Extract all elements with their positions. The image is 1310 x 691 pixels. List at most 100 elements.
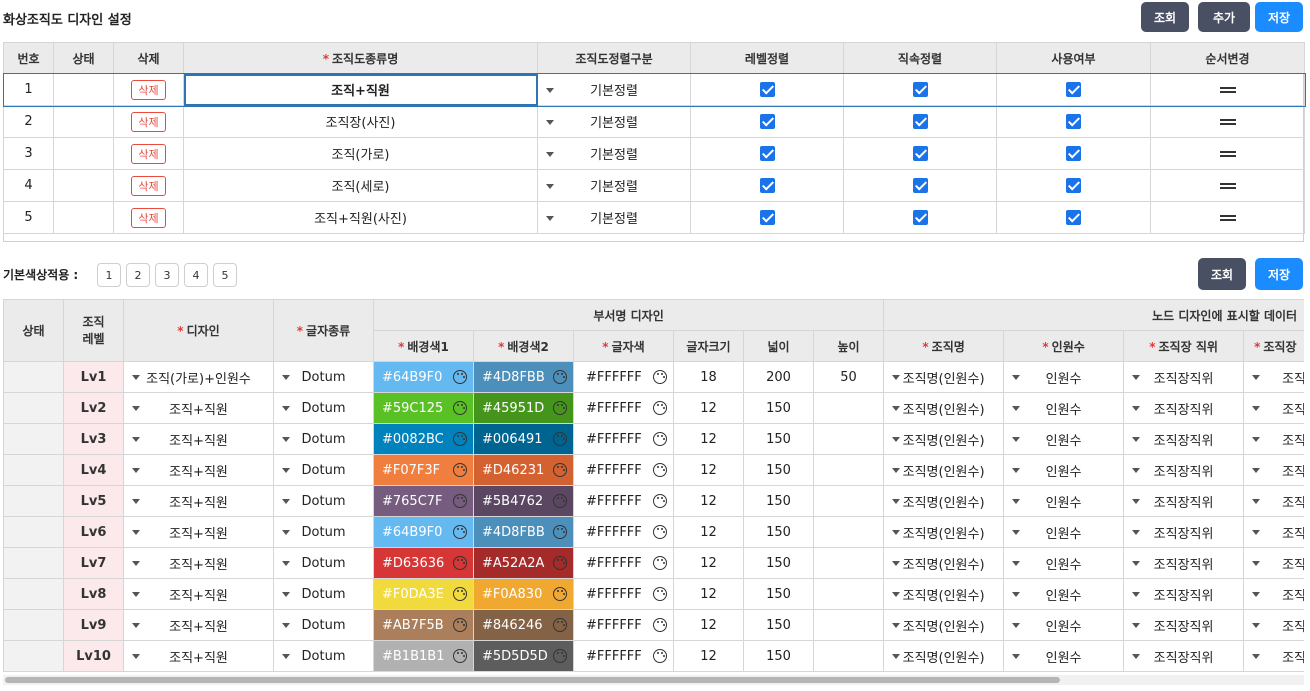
table-row[interactable]: 5 삭제 조직+직원(사진) 기본정렬 — [3, 201, 1305, 234]
palette-icon[interactable] — [553, 401, 567, 415]
level-sort-checkbox[interactable] — [759, 82, 775, 97]
width-cell[interactable]: 200 — [743, 361, 814, 393]
color-preset-3-button[interactable]: 3 — [155, 263, 179, 287]
headcount-dropdown[interactable]: 인원수 — [1003, 392, 1125, 424]
design-dropdown[interactable]: 조직+직원 — [123, 578, 274, 610]
palette-icon[interactable] — [653, 618, 667, 632]
use-checkbox[interactable] — [1066, 178, 1081, 193]
design-dropdown[interactable]: 조직+직원 — [123, 547, 274, 579]
level-sort-checkbox[interactable] — [759, 210, 775, 225]
font-dropdown[interactable]: Dotum — [273, 392, 374, 424]
leader-next-dropdown[interactable]: 조직 — [1243, 609, 1304, 641]
table-row[interactable]: Lv4 조직+직원 Dotum #F07F3F #D46231 #FFFFFF 12 150 조… — [3, 454, 1304, 486]
height-cell[interactable] — [812, 578, 885, 610]
palette-icon[interactable] — [453, 494, 467, 508]
font-dropdown[interactable]: Dotum — [273, 609, 374, 641]
bg2-color-cell[interactable]: #006491 — [473, 423, 574, 455]
palette-icon[interactable] — [553, 649, 567, 663]
design-dropdown[interactable]: 조직+직원 — [123, 485, 274, 517]
use-checkbox[interactable] — [1066, 114, 1081, 129]
bg2-color-cell[interactable]: #45951D — [473, 392, 574, 424]
drag-handle-icon[interactable] — [1219, 86, 1236, 93]
bg2-color-cell[interactable]: #A52A2A — [473, 547, 574, 579]
leader-next-dropdown[interactable]: 조직 — [1243, 640, 1304, 672]
leader-next-dropdown[interactable]: 조직 — [1243, 547, 1304, 579]
search-button[interactable]: 조회 — [1141, 2, 1189, 32]
leader-pos-dropdown[interactable]: 조직장직위 — [1123, 392, 1245, 424]
direct-sort-checkbox[interactable] — [912, 82, 928, 97]
font-color-cell[interactable]: #FFFFFF — [573, 578, 674, 610]
drag-handle-icon[interactable] — [1219, 214, 1236, 221]
direct-sort-checkbox[interactable] — [912, 210, 928, 225]
design-dropdown[interactable]: 조직+직원 — [123, 392, 274, 424]
font-size-cell[interactable]: 12 — [673, 423, 744, 455]
leader-pos-dropdown[interactable]: 조직장직위 — [1123, 361, 1245, 393]
org-type-name-cell[interactable]: 조직(가로) — [183, 137, 538, 170]
palette-icon[interactable] — [553, 556, 567, 570]
bg1-color-cell[interactable]: #F0DA3E — [373, 578, 474, 610]
table-row[interactable]: 1 삭제 조직+직원 기본정렬 — [2, 72, 1306, 107]
org-type-name-cell[interactable]: 조직(세로) — [183, 169, 538, 202]
sort-type-dropdown[interactable]: 기본정렬 — [537, 137, 691, 170]
width-cell[interactable]: 150 — [743, 485, 814, 517]
headcount-dropdown[interactable]: 인원수 — [1003, 485, 1125, 517]
org-name-dropdown[interactable]: 조직명(인원수) — [883, 547, 1005, 579]
palette-icon[interactable] — [553, 618, 567, 632]
palette-icon[interactable] — [453, 401, 467, 415]
leader-pos-dropdown[interactable]: 조직장직위 — [1123, 454, 1245, 486]
leader-next-dropdown[interactable]: 조직 — [1243, 392, 1304, 424]
palette-icon[interactable] — [653, 525, 667, 539]
palette-icon[interactable] — [653, 494, 667, 508]
palette-icon[interactable] — [453, 587, 467, 601]
leader-next-dropdown[interactable]: 조직 — [1243, 485, 1304, 517]
headcount-dropdown[interactable]: 인원수 — [1003, 578, 1125, 610]
font-size-cell[interactable]: 18 — [673, 361, 744, 393]
font-color-cell[interactable]: #FFFFFF — [573, 485, 674, 517]
headcount-dropdown[interactable]: 인원수 — [1003, 609, 1125, 641]
palette-icon[interactable] — [553, 494, 567, 508]
headcount-dropdown[interactable]: 인원수 — [1003, 547, 1125, 579]
font-dropdown[interactable]: Dotum — [273, 640, 374, 672]
palette-icon[interactable] — [453, 649, 467, 663]
drag-handle-icon[interactable] — [1219, 150, 1236, 157]
table-row[interactable]: Lv8 조직+직원 Dotum #F0DA3E #F0A830 #FFFFFF 12 150 조… — [3, 578, 1304, 610]
font-size-cell[interactable]: 12 — [673, 578, 744, 610]
table-row[interactable]: 3 삭제 조직(가로) 기본정렬 — [3, 137, 1305, 170]
height-cell[interactable] — [812, 423, 885, 455]
scrollbar-thumb[interactable] — [5, 677, 1060, 683]
bg1-color-cell[interactable]: #AB7F5B — [373, 609, 474, 641]
headcount-dropdown[interactable]: 인원수 — [1003, 423, 1125, 455]
org-type-name-cell[interactable]: 조직+직원(사진) — [183, 201, 538, 234]
delete-button[interactable]: 삭제 — [131, 207, 166, 228]
sort-type-dropdown[interactable]: 기본정렬 — [537, 201, 691, 234]
font-size-cell[interactable]: 12 — [673, 454, 744, 486]
bg2-color-cell[interactable]: #4D8FBB — [473, 516, 574, 548]
bg1-color-cell[interactable]: #0082BC — [373, 423, 474, 455]
leader-next-dropdown[interactable]: 조직 — [1243, 516, 1304, 548]
font-size-cell[interactable]: 12 — [673, 392, 744, 424]
width-cell[interactable]: 150 — [743, 640, 814, 672]
palette-icon[interactable] — [653, 463, 667, 477]
palette-icon[interactable] — [453, 463, 467, 477]
sort-type-dropdown[interactable]: 기본정렬 — [537, 169, 691, 202]
color-preset-5-button[interactable]: 5 — [213, 263, 237, 287]
delete-button[interactable]: 삭제 — [131, 79, 166, 100]
design-dropdown[interactable]: 조직+직원 — [123, 423, 274, 455]
height-cell[interactable] — [812, 454, 885, 486]
org-name-dropdown[interactable]: 조직명(인원수) — [883, 361, 1005, 393]
font-color-cell[interactable]: #FFFFFF — [573, 392, 674, 424]
level-sort-checkbox[interactable] — [759, 114, 775, 129]
sort-type-dropdown[interactable]: 기본정렬 — [537, 105, 691, 138]
width-cell[interactable]: 150 — [743, 392, 814, 424]
height-cell[interactable] — [812, 485, 885, 517]
leader-next-dropdown[interactable]: 조직 — [1243, 578, 1304, 610]
bg1-color-cell[interactable]: #64B9F0 — [373, 516, 474, 548]
font-color-cell[interactable]: #FFFFFF — [573, 547, 674, 579]
palette-icon[interactable] — [553, 587, 567, 601]
bg2-color-cell[interactable]: #F0A830 — [473, 578, 574, 610]
leader-pos-dropdown[interactable]: 조직장직위 — [1123, 423, 1245, 455]
leader-next-dropdown[interactable]: 조직 — [1243, 423, 1304, 455]
color-preset-4-button[interactable]: 4 — [184, 263, 208, 287]
font-size-cell[interactable]: 12 — [673, 485, 744, 517]
palette-icon[interactable] — [653, 401, 667, 415]
